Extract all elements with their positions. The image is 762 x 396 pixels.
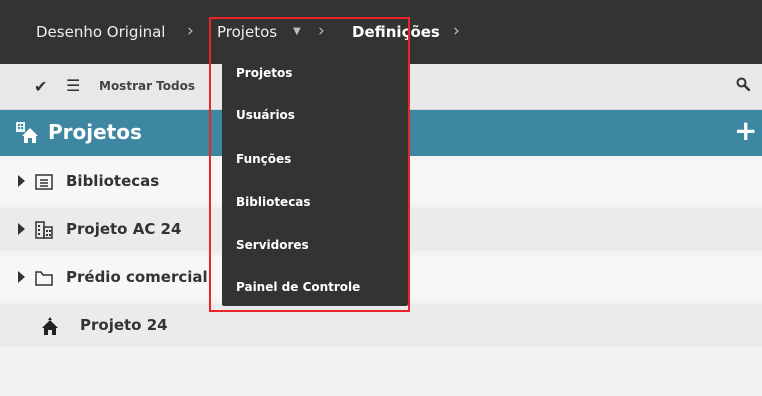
breadcrumb-separator-icon: › <box>187 21 194 41</box>
list-item-label: Projeto AC 24 <box>66 220 182 238</box>
menu-item-libraries[interactable]: Bibliotecas <box>236 195 311 209</box>
chevron-down-icon[interactable]: ▼ <box>293 26 301 37</box>
list-item-label: Bibliotecas <box>66 172 160 190</box>
list-menu-icon[interactable]: ☰ <box>66 76 80 95</box>
menu-item-roles[interactable]: Funções <box>236 152 291 166</box>
breadcrumb-item-settings[interactable]: Definições <box>352 23 440 41</box>
empty-row <box>0 352 762 396</box>
list-item-label: Prédio comercial <box>66 268 208 286</box>
library-icon <box>34 172 54 192</box>
expand-arrow-icon[interactable] <box>18 271 25 283</box>
expand-arrow-icon[interactable] <box>18 175 25 187</box>
menu-item-servers[interactable]: Servidores <box>236 238 309 252</box>
building-icon <box>34 220 54 240</box>
breadcrumb-separator-icon: › <box>453 21 460 41</box>
projects-icon <box>14 120 38 144</box>
projects-dropdown-menu: Projetos Usuários Funções Bibliotecas Se… <box>222 44 408 306</box>
expand-arrow-icon[interactable] <box>18 223 25 235</box>
page-title: Projetos <box>48 120 142 144</box>
breadcrumb-item-projects[interactable]: Projetos <box>217 23 277 41</box>
breadcrumb-item-original-drawing[interactable]: Desenho Original <box>36 23 165 41</box>
search-icon[interactable] <box>736 77 751 95</box>
show-all-filter[interactable]: Mostrar Todos <box>99 79 195 93</box>
menu-item-control-panel[interactable]: Painel de Controle <box>236 280 360 294</box>
menu-item-projects[interactable]: Projetos <box>236 66 292 80</box>
breadcrumb-separator-icon: › <box>318 21 325 41</box>
list-item[interactable]: Projeto 24 <box>0 304 762 347</box>
menu-item-users[interactable]: Usuários <box>236 108 295 122</box>
checkmark-icon[interactable]: ✔ <box>34 77 47 96</box>
project-house-icon <box>40 316 60 336</box>
add-project-button[interactable]: + <box>734 116 757 146</box>
list-item-label: Projeto 24 <box>80 316 168 334</box>
folder-icon <box>34 268 54 288</box>
